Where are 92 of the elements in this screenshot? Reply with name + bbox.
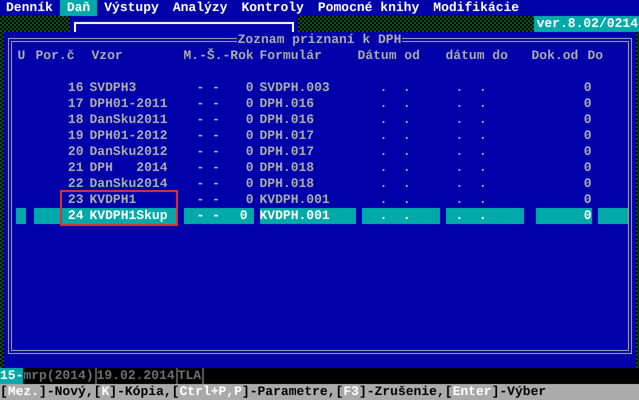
table-cell-text: DPH.018 — [260, 176, 316, 192]
table-cell: KVDPH.001 — [260, 208, 356, 224]
table-cell-text: 0 — [582, 192, 592, 208]
version-label: ver.8.02/0214 — [534, 16, 639, 32]
table-cell-text: . . — [378, 112, 412, 128]
table-cell: 0 — [246, 128, 254, 144]
table-cell-text: . . — [378, 176, 412, 192]
table-cell-text: 0 — [582, 96, 592, 112]
table-cell: - - — [196, 80, 220, 96]
menu-item[interactable]: Modifikácie — [426, 0, 526, 16]
table-cell-text: . . — [454, 192, 488, 208]
table-cell: - - — [196, 144, 220, 160]
table-cell: 0 — [240, 208, 248, 224]
menu-item[interactable]: Denník — [0, 0, 60, 16]
table-cell-text: DanSku2011 — [90, 112, 169, 128]
table-cell-text: 18 — [66, 112, 84, 128]
table-cell: 0 — [246, 80, 254, 96]
table-cell-text: . . — [454, 176, 488, 192]
table-cell-text: DanSku2012 — [90, 144, 169, 160]
table-cell-text: . . — [378, 80, 412, 96]
table-cell-text: KVDPH1 — [90, 192, 138, 208]
table-cell: 24 — [34, 208, 90, 224]
table-cell-text: DPH.017 — [260, 144, 316, 160]
column-header: U — [16, 48, 26, 64]
table-cell: 0 — [246, 112, 254, 128]
table-cell-text: 16 — [66, 80, 84, 96]
table-cell: - - — [196, 112, 220, 128]
table-cell-text: DPH.018 — [260, 160, 316, 176]
window-title: Zoznam priznaní k DPH — [236, 32, 402, 48]
table-cell: 0 — [246, 176, 254, 192]
table-cell: - - — [196, 192, 220, 208]
shortcut-hints: [Mez.]-Nový,[K]-Kópia,[Ctrl+P,P]-Parametre,[F3]-Zrušenie,[Enter]-Výber — [0, 384, 639, 400]
table-cell-text: 0 — [582, 160, 592, 176]
table-cell: - - — [196, 208, 220, 224]
table-cell-text: . . — [454, 144, 488, 160]
column-header: Do — [588, 48, 604, 64]
table-cell-text: . . — [378, 96, 412, 112]
table-cell-text: . . — [454, 96, 488, 112]
menu-item[interactable]: Kontroly — [234, 0, 311, 16]
column-header: Vzor — [90, 48, 124, 64]
table-cell: - - — [196, 96, 220, 112]
table-cell-text: . . — [454, 112, 488, 128]
table-cell-text: 20 — [66, 144, 84, 160]
table-cell: KVDPH1Skup — [90, 208, 178, 224]
menu-item[interactable]: Analýzy — [166, 0, 234, 16]
column-header: Dátum od — [358, 48, 421, 64]
table-cell-text: 0 — [582, 112, 592, 128]
table-cell-text: KVDPH.001 — [260, 192, 331, 208]
menu-item[interactable]: Výstupy — [97, 0, 166, 16]
page-indicator: 15- — [0, 368, 24, 384]
table-cell-text: . . — [378, 160, 412, 176]
table-cell: 0 — [246, 96, 254, 112]
table-cell-text: DPH.017 — [260, 128, 316, 144]
table-cell-text: . . — [378, 128, 412, 144]
column-header: Formulár — [260, 48, 323, 64]
table-cell-text: . . — [454, 160, 488, 176]
table-cell-text: DanSku2014 — [90, 176, 169, 192]
table-cell-text: 23 — [66, 192, 84, 208]
table-cell-text: SVDPH.003 — [260, 80, 331, 96]
table-cell: . . — [446, 208, 524, 224]
table-cell: 0 — [246, 192, 254, 208]
table-cell-text: . . — [378, 192, 412, 208]
table-cell-text: DPH.016 — [260, 112, 316, 128]
table-cell-text: DPH 2014 — [90, 160, 169, 176]
table-cell-text: DPH.016 — [260, 96, 316, 112]
table-cell-text: 0 — [582, 128, 592, 144]
table-cell-text: . . — [454, 128, 488, 144]
table-cell: - - — [196, 128, 220, 144]
column-header: Por.č — [34, 48, 76, 64]
table-cell-text: 19 — [66, 128, 84, 144]
table-cell-text: 21 — [66, 160, 84, 176]
table-cell: - - — [196, 160, 220, 176]
table-cell-text: DPH01-2011 — [90, 96, 169, 112]
selection-highlight — [598, 208, 628, 224]
column-header: M.-Š.-Rok — [184, 48, 255, 64]
table-cell: . . — [362, 208, 440, 224]
table-cell-text: 22 — [66, 176, 84, 192]
table-cell-text: 0 — [582, 176, 592, 192]
table-cell: 0 — [536, 208, 592, 224]
table-cell-text: DPH01-2012 — [90, 128, 169, 144]
column-header: dátum do — [446, 48, 509, 64]
table-cell: - - — [196, 176, 220, 192]
table-cell-text: 17 — [66, 96, 84, 112]
column-header: Dok.od — [530, 48, 580, 64]
table-cell: 0 — [246, 160, 254, 176]
table-cell-text: SVDPH3 — [90, 80, 138, 96]
menu-item[interactable]: Pomocné knihy — [310, 0, 426, 16]
table-cell-text: . . — [378, 144, 412, 160]
table-cell: 0 — [246, 144, 254, 160]
table-cell-text: . . — [454, 80, 488, 96]
table-cell-text: 0 — [582, 144, 592, 160]
table-cell-text: 0 — [582, 80, 592, 96]
